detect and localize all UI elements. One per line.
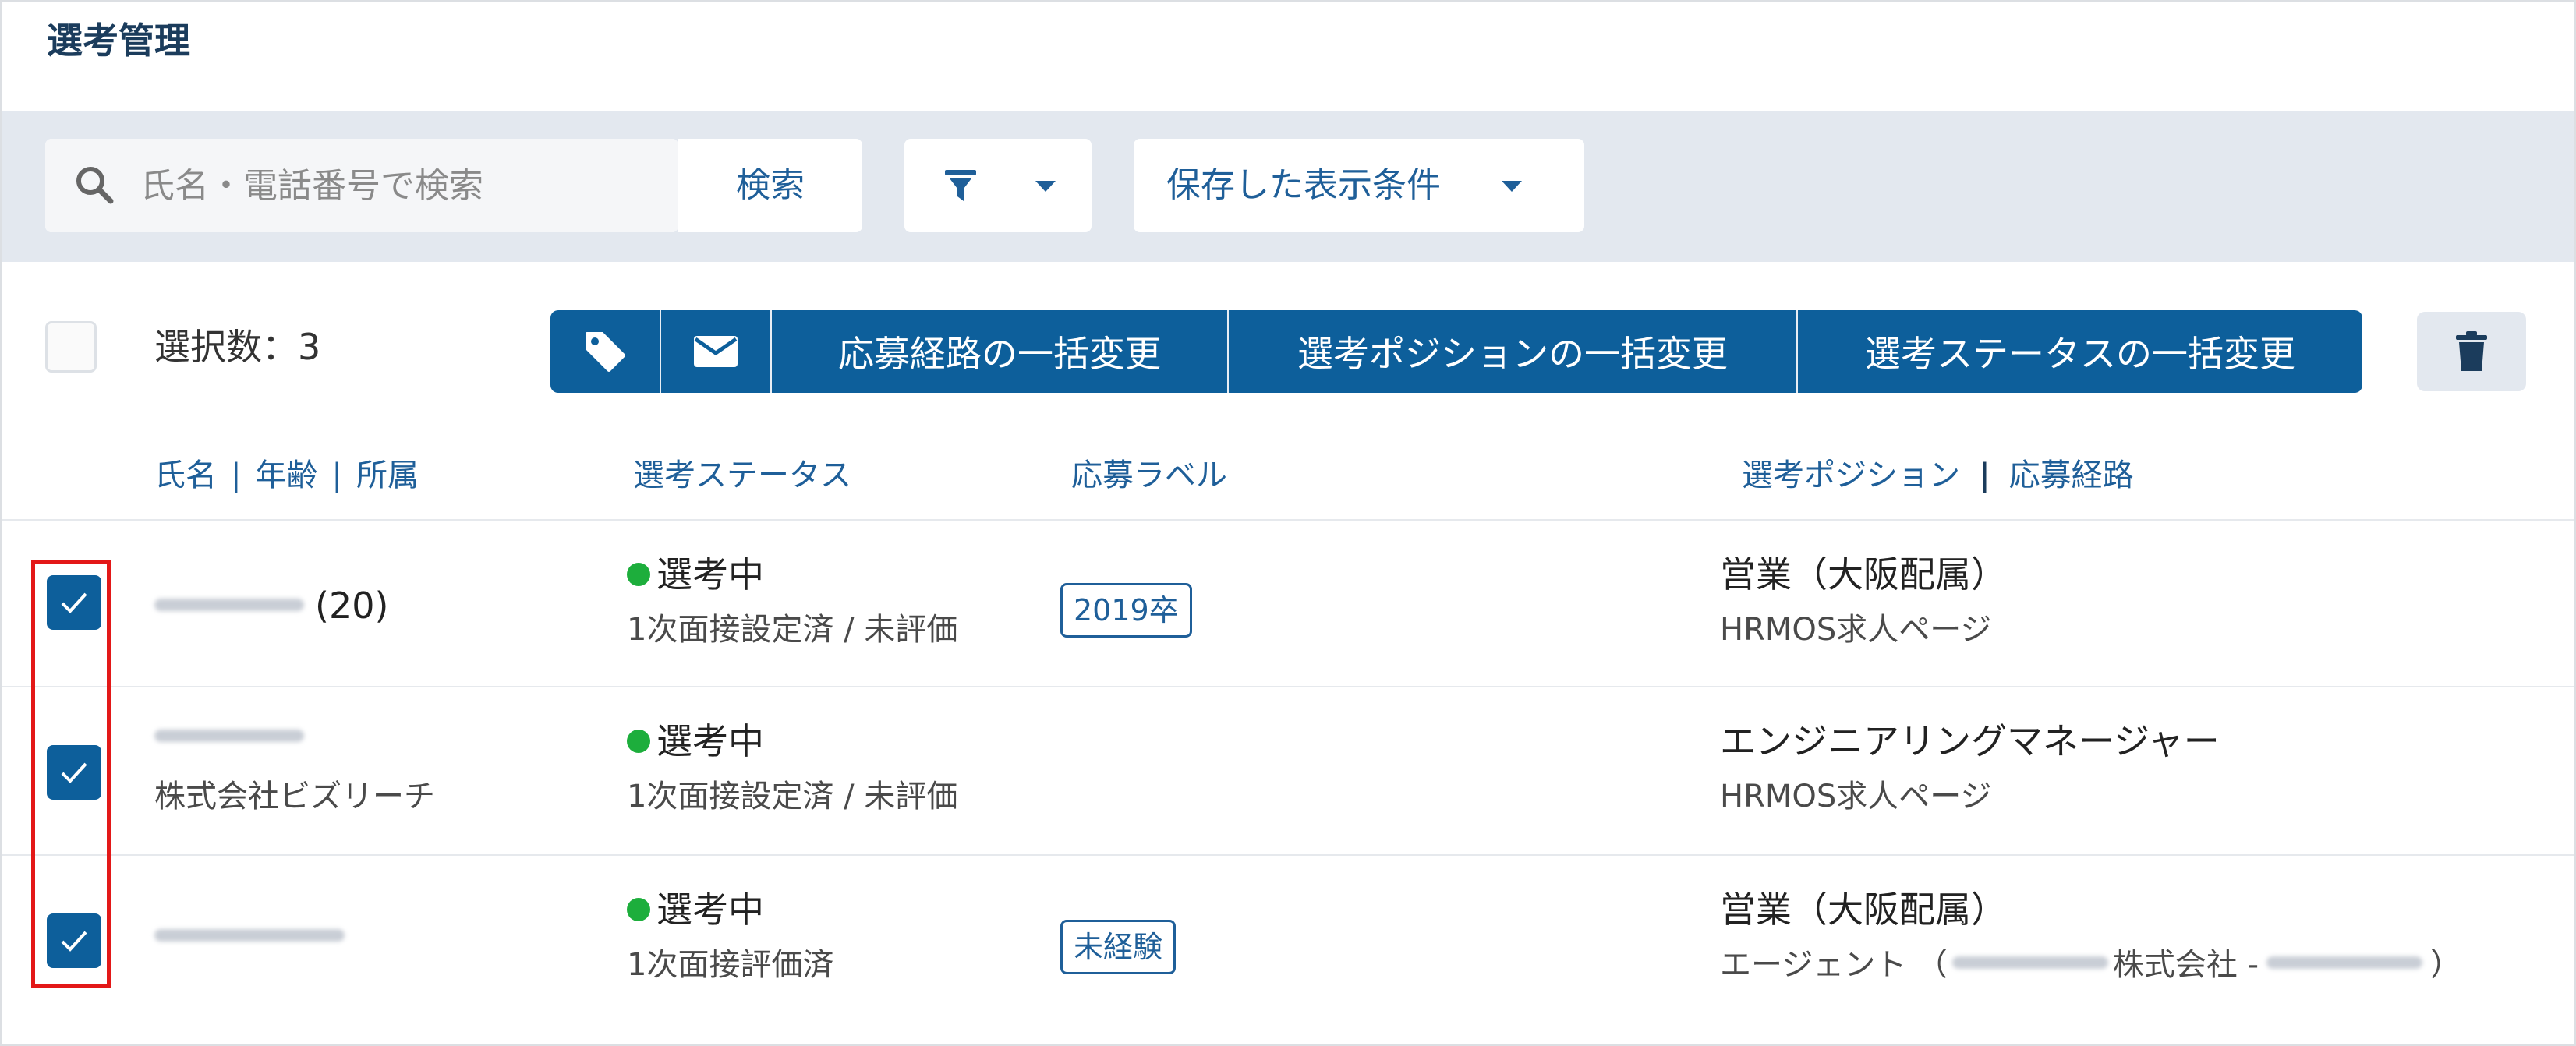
- status-label: 選考中: [627, 887, 764, 932]
- agent-contact-redacted: [2266, 956, 2423, 969]
- route-suffix: ）: [2430, 947, 2462, 983]
- status-dot: [627, 729, 650, 753]
- chevron-down-icon: [1035, 181, 1056, 192]
- chevron-down-icon: [1502, 181, 1522, 192]
- bulk-action-bar: 応募経路の一括変更 選考ポジションの一括変更 選考ステータスの一括変更: [550, 310, 2362, 393]
- status-detail: 1次面接評価済: [627, 947, 834, 983]
- table-row[interactable]: 選考中 1次面接評価済 未経験 営業（大阪配属） エージェント （ 株式会社 - ）: [2, 854, 2574, 1024]
- saved-conditions-label: 保存した表示条件: [1166, 165, 1441, 205]
- table-row[interactable]: (20) 選考中 1次面接設定済 / 未評価 2019卒 営業（大阪配属） HR…: [2, 519, 2574, 687]
- candidate-age: (20): [315, 585, 389, 627]
- applicant-label-tag: 未経験: [1060, 920, 1177, 974]
- route-text: HRMOS求人ページ: [1720, 612, 1992, 648]
- search-box: [45, 139, 678, 232]
- search-input-wrapper: [45, 139, 678, 232]
- candidate-name-redacted: [154, 599, 304, 611]
- status-detail: 1次面接設定済 / 未評価: [627, 779, 958, 815]
- search-input[interactable]: [140, 139, 655, 232]
- column-separator: |: [1979, 458, 1990, 493]
- position-text: 営業（大阪配属）: [1720, 553, 2007, 595]
- position-text: 営業（大阪配属）: [1720, 889, 2007, 931]
- column-header-label[interactable]: 応募ラベル: [1071, 455, 1227, 496]
- bulk-change-route-button[interactable]: 応募経路の一括変更: [772, 310, 1229, 393]
- search-button[interactable]: 検索: [678, 139, 862, 232]
- status-dot: [627, 562, 650, 586]
- position-text: エンジニアリングマネージャー: [1720, 720, 2220, 762]
- column-header-name[interactable]: 氏名: [154, 458, 217, 493]
- status-label: 選考中: [627, 719, 764, 764]
- selection-highlight-box: [31, 560, 111, 988]
- status-dot: [627, 897, 650, 921]
- selection-management-panel: 選考管理 検索 保存した表示条件: [0, 0, 2576, 1046]
- candidate-affiliation: 株式会社ビズリーチ: [154, 779, 435, 815]
- status-text: 選考中: [656, 553, 764, 595]
- column-header-route[interactable]: 応募経路: [2009, 458, 2134, 493]
- select-all-checkbox[interactable]: [45, 321, 97, 373]
- search-icon: [76, 167, 114, 204]
- tag-icon: [586, 332, 625, 372]
- column-header-status[interactable]: 選考ステータス: [633, 455, 851, 496]
- status-text: 選考中: [656, 889, 764, 931]
- column-header-age[interactable]: 年齢: [255, 458, 317, 493]
- route-prefix: エージェント （: [1720, 947, 1948, 983]
- candidate-name-redacted: [154, 929, 345, 942]
- column-separator: |: [231, 458, 242, 493]
- filter-icon: [945, 170, 976, 201]
- column-header-position-group: 選考ポジション | 応募経路: [1742, 455, 2134, 496]
- status-text: 選考中: [656, 720, 764, 762]
- column-separator: |: [331, 458, 342, 493]
- bulk-change-position-button[interactable]: 選考ポジションの一括変更: [1229, 310, 1798, 393]
- delete-button[interactable]: [2417, 312, 2526, 391]
- route-text: エージェント （ 株式会社 - ）: [1720, 945, 2461, 985]
- column-header-affiliation[interactable]: 所属: [356, 458, 419, 493]
- trash-icon: [2456, 331, 2487, 371]
- bulk-change-status-button[interactable]: 選考ステータスの一括変更: [1798, 310, 2362, 393]
- route-text: HRMOS求人ページ: [1720, 779, 1992, 815]
- agent-name-redacted: [1951, 956, 2108, 969]
- bulk-mail-button[interactable]: [661, 310, 772, 393]
- mail-icon: [694, 336, 738, 367]
- search-toolbar: 検索 保存した表示条件: [2, 111, 2574, 262]
- filter-button[interactable]: [904, 139, 1092, 232]
- candidate-name-redacted: [154, 730, 304, 742]
- table-row[interactable]: 株式会社ビズリーチ 選考中 1次面接設定済 / 未評価 エンジニアリングマネージ…: [2, 686, 2574, 856]
- saved-conditions-dropdown[interactable]: 保存した表示条件: [1134, 139, 1584, 232]
- applicant-label-tag: 2019卒: [1060, 583, 1192, 638]
- column-header-position[interactable]: 選考ポジション: [1742, 458, 1960, 493]
- column-header-name-group: 氏名 | 年齢 | 所属: [154, 455, 419, 496]
- status-detail: 1次面接設定済 / 未評価: [627, 612, 958, 648]
- selected-count: 選択数：3: [154, 326, 321, 368]
- bulk-tag-button[interactable]: [550, 310, 661, 393]
- page-title: 選考管理: [47, 19, 190, 62]
- route-middle: 株式会社 -: [2112, 947, 2259, 983]
- status-label: 選考中: [627, 552, 764, 597]
